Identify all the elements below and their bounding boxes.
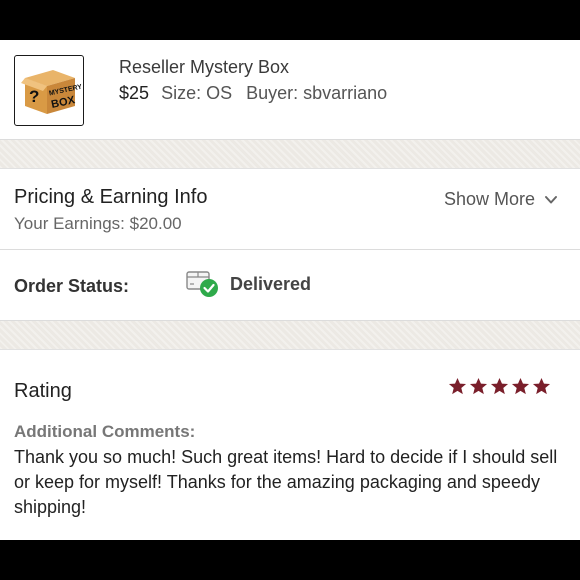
star-rating — [448, 377, 551, 396]
pricing-section: Pricing & Earning Info Your Earnings: $2… — [0, 168, 580, 250]
bottom-black-bar — [0, 540, 580, 580]
item-title[interactable]: Reseller Mystery Box — [119, 57, 289, 78]
item-row[interactable]: ? MYSTERY BOX Reseller Mystery Box $25 S… — [0, 40, 580, 140]
item-price: $25 — [119, 83, 150, 103]
star-icon — [511, 377, 530, 395]
additional-comments-label: Additional Comments: — [14, 422, 196, 441]
buyer-comment: Thank you so much! Such great items! Har… — [14, 447, 558, 517]
thumbnail-mark: ? — [29, 87, 39, 106]
item-thumbnail[interactable]: ? MYSTERY BOX — [14, 55, 84, 126]
top-black-bar — [0, 0, 580, 40]
pricing-title: Pricing & Earning Info — [14, 186, 208, 208]
order-details-screen: ? MYSTERY BOX Reseller Mystery Box $25 S… — [0, 40, 580, 540]
rating-section: Rating Additional Comments: Thank you so… — [0, 349, 580, 540]
star-icon — [448, 377, 467, 395]
star-icon — [469, 377, 488, 395]
section-divider — [0, 140, 580, 168]
star-icon — [490, 377, 509, 395]
package-delivered-icon — [186, 271, 218, 297]
show-more-label: Show More — [443, 189, 535, 209]
item-meta: $25 Size: OS Buyer: sbvarriano — [119, 83, 396, 104]
rating-title: Rating — [14, 380, 72, 402]
order-status-label: Order Status: — [14, 276, 130, 296]
section-divider — [0, 321, 580, 349]
order-status-value: Delivered — [230, 274, 312, 294]
earnings-text: Your Earnings: $20.00 — [14, 214, 182, 233]
order-status-row: Order Status: Delivered — [0, 250, 580, 321]
show-more-button[interactable]: Show More — [444, 189, 558, 210]
item-size: Size: OS — [161, 83, 233, 103]
star-icon — [532, 377, 551, 395]
item-buyer[interactable]: Buyer: sbvarriano — [246, 83, 387, 103]
mystery-box-image: ? MYSTERY BOX — [21, 70, 83, 114]
chevron-down-icon — [545, 195, 557, 203]
